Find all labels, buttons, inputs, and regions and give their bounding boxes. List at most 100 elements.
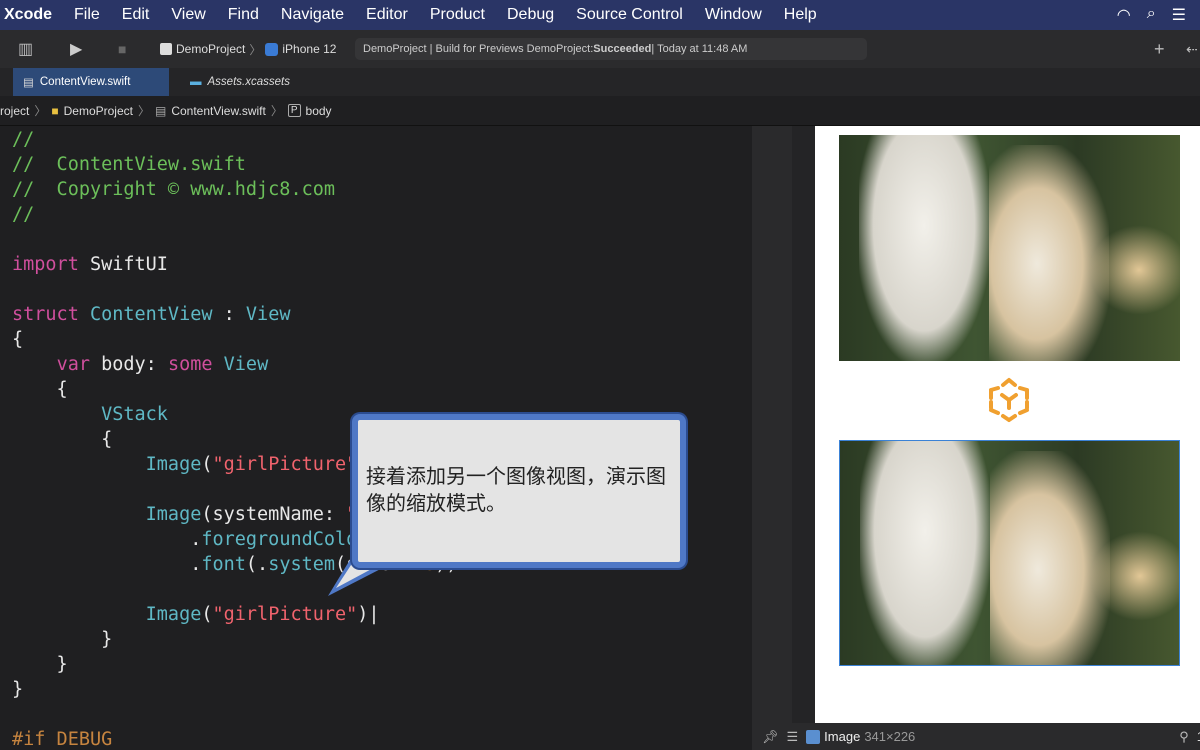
- settings-sliders-icon[interactable]: ☰: [787, 729, 799, 745]
- code-line: var body: some View: [12, 352, 269, 377]
- status-text: DemoProject | Build for Previews DemoPro…: [363, 43, 594, 55]
- tab-label: Assets.xcassets: [207, 76, 290, 88]
- code-token: View: [223, 354, 269, 375]
- code-token: .: [12, 554, 202, 575]
- code-token: some: [167, 354, 213, 375]
- code-token: font: [201, 554, 246, 575]
- code-line: #if DEBUG: [12, 727, 112, 750]
- code-token: struct: [12, 304, 79, 325]
- callout-text: 接着添加另一个图像视图，演示图像的缩放模式。: [366, 466, 666, 515]
- back-icon[interactable]: ⇠: [1186, 30, 1198, 68]
- code-token: (: [201, 454, 213, 475]
- scheme-label: DemoProject: [176, 42, 246, 56]
- code-token: var: [56, 354, 90, 375]
- code-token: import: [12, 254, 79, 275]
- add-icon[interactable]: +: [1154, 30, 1165, 68]
- code-token: (.: [245, 554, 269, 575]
- code-token: }: [12, 629, 113, 650]
- stop-button[interactable]: ■: [118, 30, 126, 68]
- simulator-icon: [265, 42, 279, 56]
- menu-product[interactable]: Product: [419, 6, 496, 24]
- menu-help[interactable]: Help: [773, 6, 828, 24]
- menu-edit[interactable]: Edit: [111, 6, 161, 24]
- code-token: Image: [145, 604, 202, 625]
- menu-window[interactable]: Window: [694, 6, 773, 24]
- breadcrumb: roject 〉 ■ DemoProject 〉 ▤ ContentView.swift…: [0, 96, 1200, 126]
- code-token: // Copyright © www.hdjc8.com: [12, 179, 336, 200]
- code-line: {: [12, 377, 68, 402]
- pin-icon[interactable]: 📌︎: [762, 729, 779, 745]
- preview-image-girlpicture[interactable]: [839, 135, 1180, 361]
- code-line: {: [12, 327, 23, 352]
- menu-navigate[interactable]: Navigate: [270, 6, 355, 24]
- tab-assets[interactable]: ▬ Assets.xcassets: [180, 68, 300, 96]
- scheme-selector[interactable]: DemoProject 〉 iPhone 12: [160, 30, 336, 68]
- gift-icon: [989, 378, 1029, 422]
- code-token: }: [12, 654, 68, 675]
- menu-find[interactable]: Find: [217, 6, 270, 24]
- control-center-icon[interactable]: ☰: [1172, 5, 1186, 25]
- code-line: import SwiftUI: [12, 252, 168, 277]
- code-line: {: [12, 427, 112, 452]
- code-token: }: [12, 679, 24, 700]
- code-token: (: [201, 604, 213, 625]
- wifi-icon[interactable]: ◠: [1117, 5, 1131, 25]
- app-icon: [160, 43, 172, 55]
- code-token: "girlPicture": [212, 454, 358, 475]
- code-line: struct ContentView : View: [12, 302, 290, 327]
- search-icon[interactable]: ⌕: [1147, 5, 1156, 25]
- selected-size: 341×226: [864, 729, 916, 744]
- run-button[interactable]: ▶: [70, 30, 82, 68]
- breadcrumb-project[interactable]: roject: [0, 104, 29, 118]
- breadcrumb-symbol[interactable]: body: [306, 104, 332, 118]
- canvas-divider: [752, 126, 792, 723]
- menu-debug[interactable]: Debug: [496, 6, 565, 24]
- breadcrumb-group[interactable]: DemoProject: [64, 104, 133, 118]
- toolbar: ▥ ▶ ■ DemoProject 〉 iPhone 12 DemoProject…: [0, 30, 1200, 68]
- preview-image-girlpicture-selected[interactable]: [839, 440, 1180, 666]
- code-token: #if DEBUG: [12, 729, 113, 750]
- status-result: Succeeded: [593, 43, 652, 55]
- zoom-out-icon[interactable]: ⚲: [1179, 729, 1189, 745]
- code-line: }: [12, 627, 112, 652]
- menu-view[interactable]: View: [160, 6, 216, 24]
- code-token: {: [12, 329, 24, 350]
- menu-app[interactable]: Xcode: [0, 6, 63, 24]
- code-token: .: [12, 529, 202, 550]
- activity-status: DemoProject | Build for Previews DemoPro…: [355, 38, 867, 60]
- code-line: //: [12, 202, 34, 227]
- breadcrumb-file[interactable]: ContentView.swift: [171, 104, 266, 118]
- code-token: //: [12, 129, 35, 150]
- device-label[interactable]: iPhone 12: [282, 42, 336, 56]
- code-token: View: [245, 304, 291, 325]
- selected-element: Image: [824, 729, 861, 744]
- menu-file[interactable]: File: [63, 6, 111, 24]
- code-line: VStack: [12, 402, 168, 427]
- code-line: }: [12, 677, 23, 702]
- annotation-callout: 接着添加另一个图像视图，演示图像的缩放模式。: [352, 414, 686, 568]
- status-time: | Today at 11:48 AM: [651, 43, 748, 55]
- code-line: // ContentView.swift: [12, 152, 246, 177]
- menu-source-control[interactable]: Source Control: [565, 6, 694, 24]
- tab-bar: ▤ ContentView.swift ▬ Assets.xcassets: [0, 68, 1200, 96]
- code-token: //: [12, 204, 35, 225]
- code-token: :: [212, 304, 246, 325]
- code-token: "girlPicture": [212, 604, 358, 625]
- code-token: // ContentView.swift: [12, 154, 246, 175]
- menu-editor[interactable]: Editor: [355, 6, 419, 24]
- code-token: Image: [145, 504, 202, 525]
- code-line: //: [12, 127, 34, 152]
- sidebar-toggle-icon[interactable]: ▥: [18, 30, 33, 68]
- tab-contentview[interactable]: ▤ ContentView.swift: [13, 68, 169, 96]
- swift-file-icon: ▤: [154, 103, 167, 118]
- folder-icon: ▬: [190, 76, 202, 88]
- property-icon: P: [287, 104, 301, 117]
- code-token: ContentView: [89, 304, 213, 325]
- code-token: Image: [145, 454, 202, 475]
- code-token: )|: [357, 604, 380, 625]
- menu-bar: Xcode File Edit View Find Navigate Editor Prod…: [0, 0, 1200, 30]
